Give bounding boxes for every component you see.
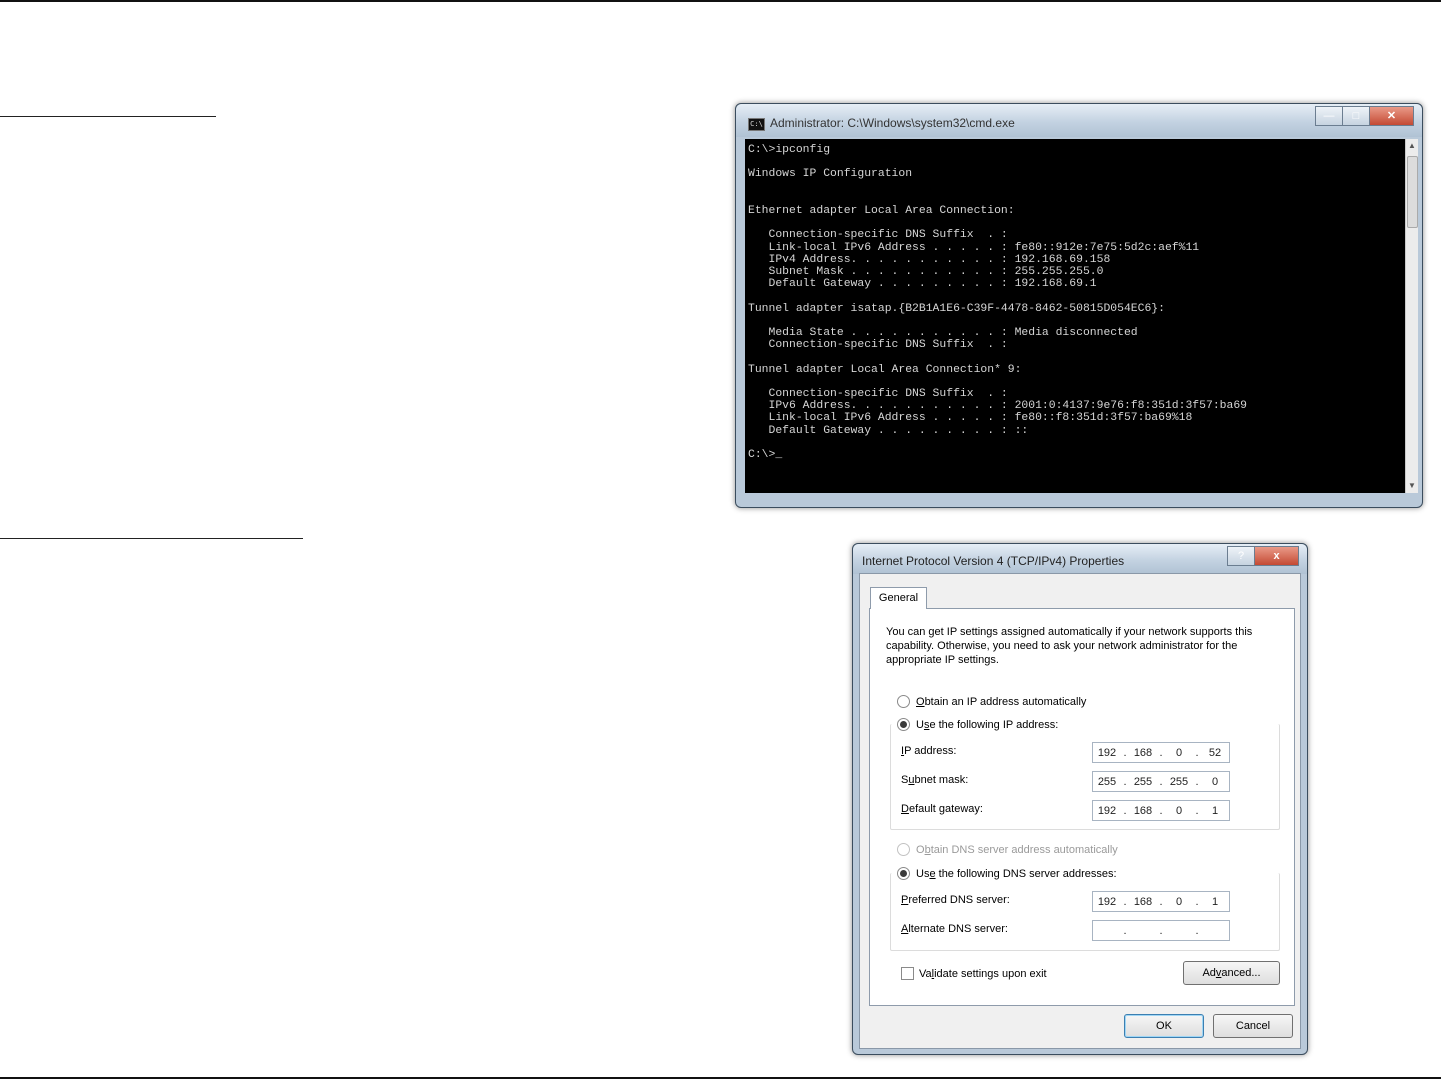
intro-text: You can get IP settings assigned automat… [886,626,1253,666]
dialog-body: General You can get IP settings assigned… [859,573,1301,1049]
console-scrollbar[interactable]: ▲ ▼ [1405,139,1418,493]
octet-separator: . [1159,746,1163,759]
ip-address-input[interactable]: 192. 168. 0. 52 [1092,742,1230,763]
console-output-area[interactable]: C:\>ipconfig Windows IP Configuration Et… [745,139,1405,493]
octet: 0 [1175,804,1183,817]
validate-settings-checkbox[interactable]: Validate settings upon exit [901,967,1047,980]
label-part: bnet mask: [914,774,969,786]
obtain-ip-auto-radio[interactable]: Obtain an IP address automatically [897,695,1086,708]
advanced-button[interactable]: Advanced... [1183,961,1280,985]
octet: 192 [1097,804,1117,817]
subnet-mask-label: Subnet mask: [901,774,968,786]
label-part: anced... [1221,967,1261,979]
default-gateway-label: Default gateway: [901,803,983,815]
cmd-title: Administrator: C:\Windows\system32\cmd.e… [770,116,1015,130]
cmd-titlebar[interactable]: C:\ Administrator: C:\Windows\system32\c… [736,104,1422,137]
checkbox-icon [901,967,914,980]
console-text: C:\>ipconfig Windows IP Configuration Et… [748,144,1247,462]
dialog-close-button[interactable]: x [1254,546,1299,566]
general-panel: You can get IP settings assigned automat… [869,608,1295,1006]
dialog-window-controls: ? x [1227,546,1299,566]
octet: 0 [1175,746,1183,759]
octet-separator: . [1123,746,1127,759]
radio-disabled-icon [897,843,910,856]
section-underline-1 [0,116,216,117]
octet: 255 [1097,775,1117,788]
minimize-button[interactable]: — [1315,106,1343,126]
accelerator-key: O [916,695,925,708]
octet-separator: . [1123,804,1127,817]
label-part: tain DNS server address automatically [930,843,1118,856]
dialog-titlebar[interactable]: Internet Protocol Version 4 (TCP/IPv4) P… [853,544,1307,574]
octet-separator: . [1195,924,1199,937]
label-part: Ad [1202,967,1216,979]
dialog-title: Internet Protocol Version 4 (TCP/IPv4) P… [862,554,1125,568]
bottom-rule [0,1077,1441,1079]
section-underline-2 [0,538,303,539]
octet-separator: . [1195,895,1199,908]
octet-separator: . [1195,804,1199,817]
top-rule [0,0,1441,2]
obtain-ip-auto-label: Obtain an IP address automatically [916,696,1086,708]
octet: 168 [1133,746,1153,759]
cancel-button[interactable]: Cancel [1213,1014,1293,1038]
label-part: O [916,843,925,856]
label-part: Va [919,967,932,980]
cmd-window: C:\ Administrator: C:\Windows\system32\c… [735,103,1423,508]
obtain-dns-auto-label: Obtain DNS server address automatically [916,844,1118,856]
tab-general[interactable]: General [870,587,927,609]
label-part: referred DNS server: [908,894,1010,906]
ip-address-label: IP address: [901,745,956,757]
octet: 168 [1133,895,1153,908]
octet: 0 [1211,775,1219,788]
preferred-dns-input[interactable]: 192. 168. 0. 1 [1092,891,1230,912]
octet: 255 [1169,775,1189,788]
validate-settings-label: Validate settings upon exit [919,968,1047,980]
octet: 192 [1097,895,1117,908]
label-part: efault gateway: [908,803,983,815]
obtain-dns-auto-radio[interactable]: Obtain DNS server address automatically [897,843,1118,856]
default-gateway-input[interactable]: 192. 168. 0. 1 [1092,800,1230,821]
octet-separator: . [1195,746,1199,759]
close-button[interactable]: ✕ [1369,106,1414,126]
octet-separator: . [1123,924,1127,937]
label-part: btain an IP address automatically [924,695,1087,708]
ok-button[interactable]: OK [1124,1014,1204,1038]
octet-separator: . [1159,804,1163,817]
cmd-app-icon: C:\ [748,118,765,131]
octet-separator: . [1195,775,1199,788]
scroll-thumb[interactable] [1407,156,1418,228]
octet-separator: . [1123,775,1127,788]
cmd-window-controls: — □ ✕ [1315,106,1414,126]
label-part: P address: [904,745,957,757]
octet-separator: . [1123,895,1127,908]
octet-separator: . [1159,924,1163,937]
scroll-down-icon[interactable]: ▼ [1406,479,1418,493]
maximize-button[interactable]: □ [1342,106,1370,126]
label-part: lternate DNS server: [908,923,1008,935]
octet: 255 [1133,775,1153,788]
octet: 1 [1211,804,1219,817]
subnet-mask-input[interactable]: 255. 255. 255. 0 [1092,771,1230,792]
octet: 52 [1208,746,1222,759]
octet-separator: . [1159,895,1163,908]
accelerator-key: D [901,803,909,815]
octet: 192 [1097,746,1117,759]
octet: 1 [1211,895,1219,908]
ipv4-properties-dialog: Internet Protocol Version 4 (TCP/IPv4) P… [852,543,1308,1055]
octet-separator: . [1159,775,1163,788]
octet: 168 [1133,804,1153,817]
alternate-dns-input[interactable]: ... [1092,920,1230,941]
label-part: idate settings upon exit [934,967,1047,980]
help-button[interactable]: ? [1227,546,1255,566]
radio-icon [897,695,910,708]
scroll-up-icon[interactable]: ▲ [1406,139,1418,153]
alternate-dns-label: Alternate DNS server: [901,923,1008,935]
octet: 0 [1175,895,1183,908]
preferred-dns-label: Preferred DNS server: [901,894,1010,906]
